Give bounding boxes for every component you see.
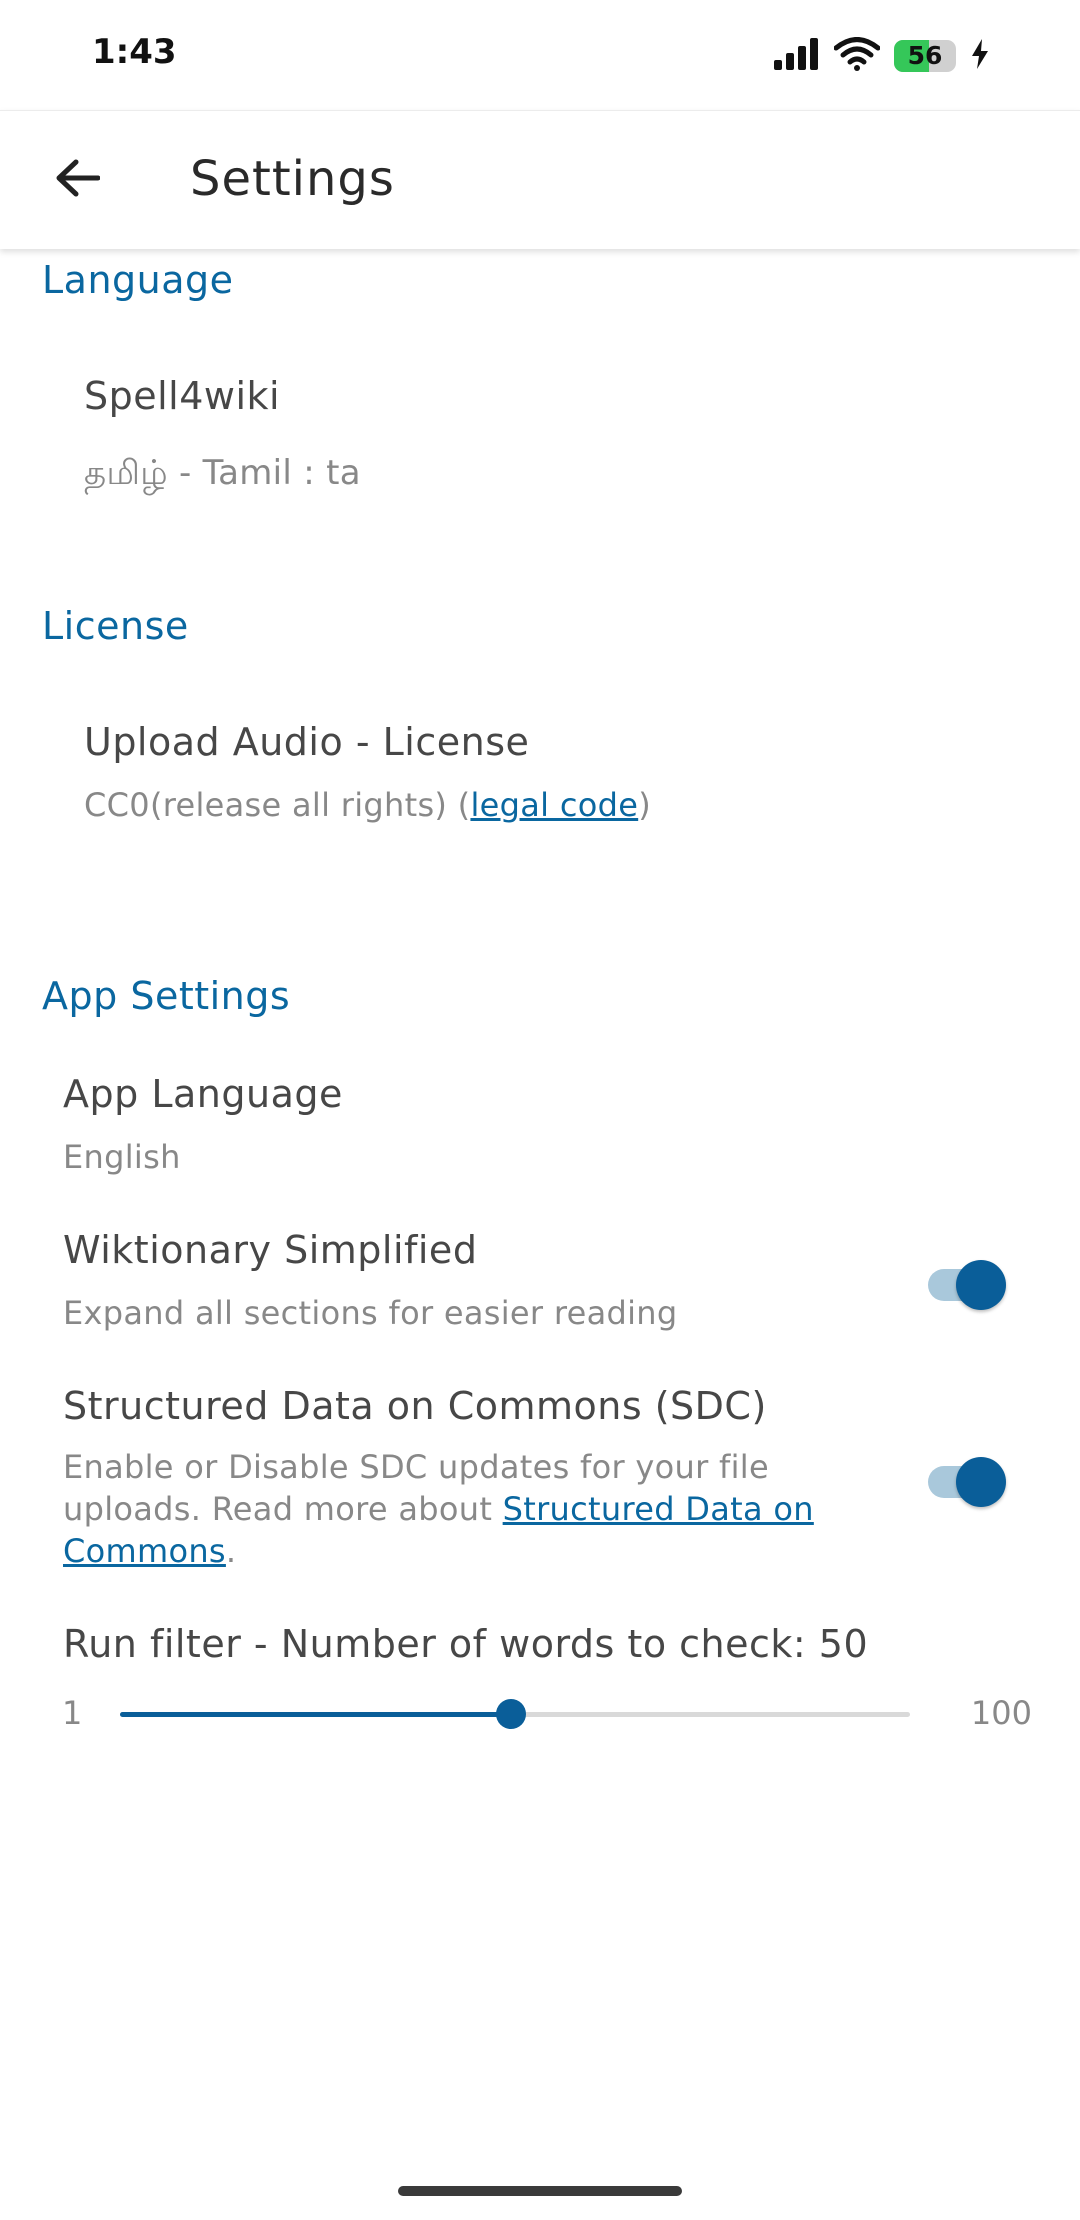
spell4wiki-title: Spell4wiki: [84, 374, 281, 418]
section-header-language: Language: [42, 258, 234, 302]
wifi-icon: [833, 37, 881, 75]
section-header-license: License: [42, 604, 189, 648]
arrow-left-icon: [54, 158, 101, 202]
switch-thumb: [956, 1457, 1006, 1507]
run-filter-title: Run filter - Number of words to check: 5…: [63, 1622, 869, 1666]
section-header-app-settings: App Settings: [42, 974, 291, 1018]
cellular-signal-icon: [774, 38, 820, 74]
wiktionary-simplified-title: Wiktionary Simplified: [63, 1228, 478, 1272]
run-filter-slider[interactable]: [120, 1699, 910, 1729]
slider-min-label: 1: [62, 1694, 83, 1732]
sdc-switch[interactable]: [924, 1447, 1008, 1507]
back-button[interactable]: [42, 145, 112, 215]
run-filter-slider-row: 1 100: [42, 1690, 1032, 1740]
battery-icon: 56: [894, 40, 956, 72]
sdc-summary-end: .: [225, 1532, 237, 1570]
wiktionary-simplified-switch[interactable]: [924, 1250, 1008, 1310]
slider-thumb[interactable]: [496, 1699, 526, 1729]
charging-bolt-icon: [970, 39, 990, 73]
app-language-title: App Language: [63, 1072, 343, 1116]
sdc-summary: Enable or Disable SDC updates for your f…: [63, 1446, 893, 1572]
upload-license-summary: CC0(release all rights) (legal code): [84, 784, 651, 826]
home-indicator: [398, 2186, 682, 2196]
switch-thumb: [956, 1260, 1006, 1310]
status-time: 1:43: [92, 32, 177, 72]
page-title: Settings: [190, 151, 395, 207]
upload-license-summary-text: CC0(release all rights) (: [84, 786, 471, 824]
sdc-title: Structured Data on Commons (SDC): [63, 1384, 767, 1428]
battery-level: 56: [907, 41, 943, 70]
spell4wiki-summary: தமிழ் - Tamil : ta: [84, 453, 361, 493]
app-bar: Settings: [0, 110, 1080, 249]
upload-license-title: Upload Audio - License: [84, 720, 530, 764]
wiktionary-simplified-summary: Expand all sections for easier reading: [63, 1294, 678, 1332]
app-language-value: English: [63, 1138, 181, 1176]
slider-active-track: [120, 1712, 511, 1717]
status-bar: 1:43 56: [0, 0, 1080, 110]
status-icons: 56: [774, 37, 990, 75]
legal-code-link[interactable]: legal code: [470, 786, 638, 824]
slider-max-label: 100: [970, 1694, 1032, 1732]
upload-license-summary-end: ): [638, 786, 651, 824]
